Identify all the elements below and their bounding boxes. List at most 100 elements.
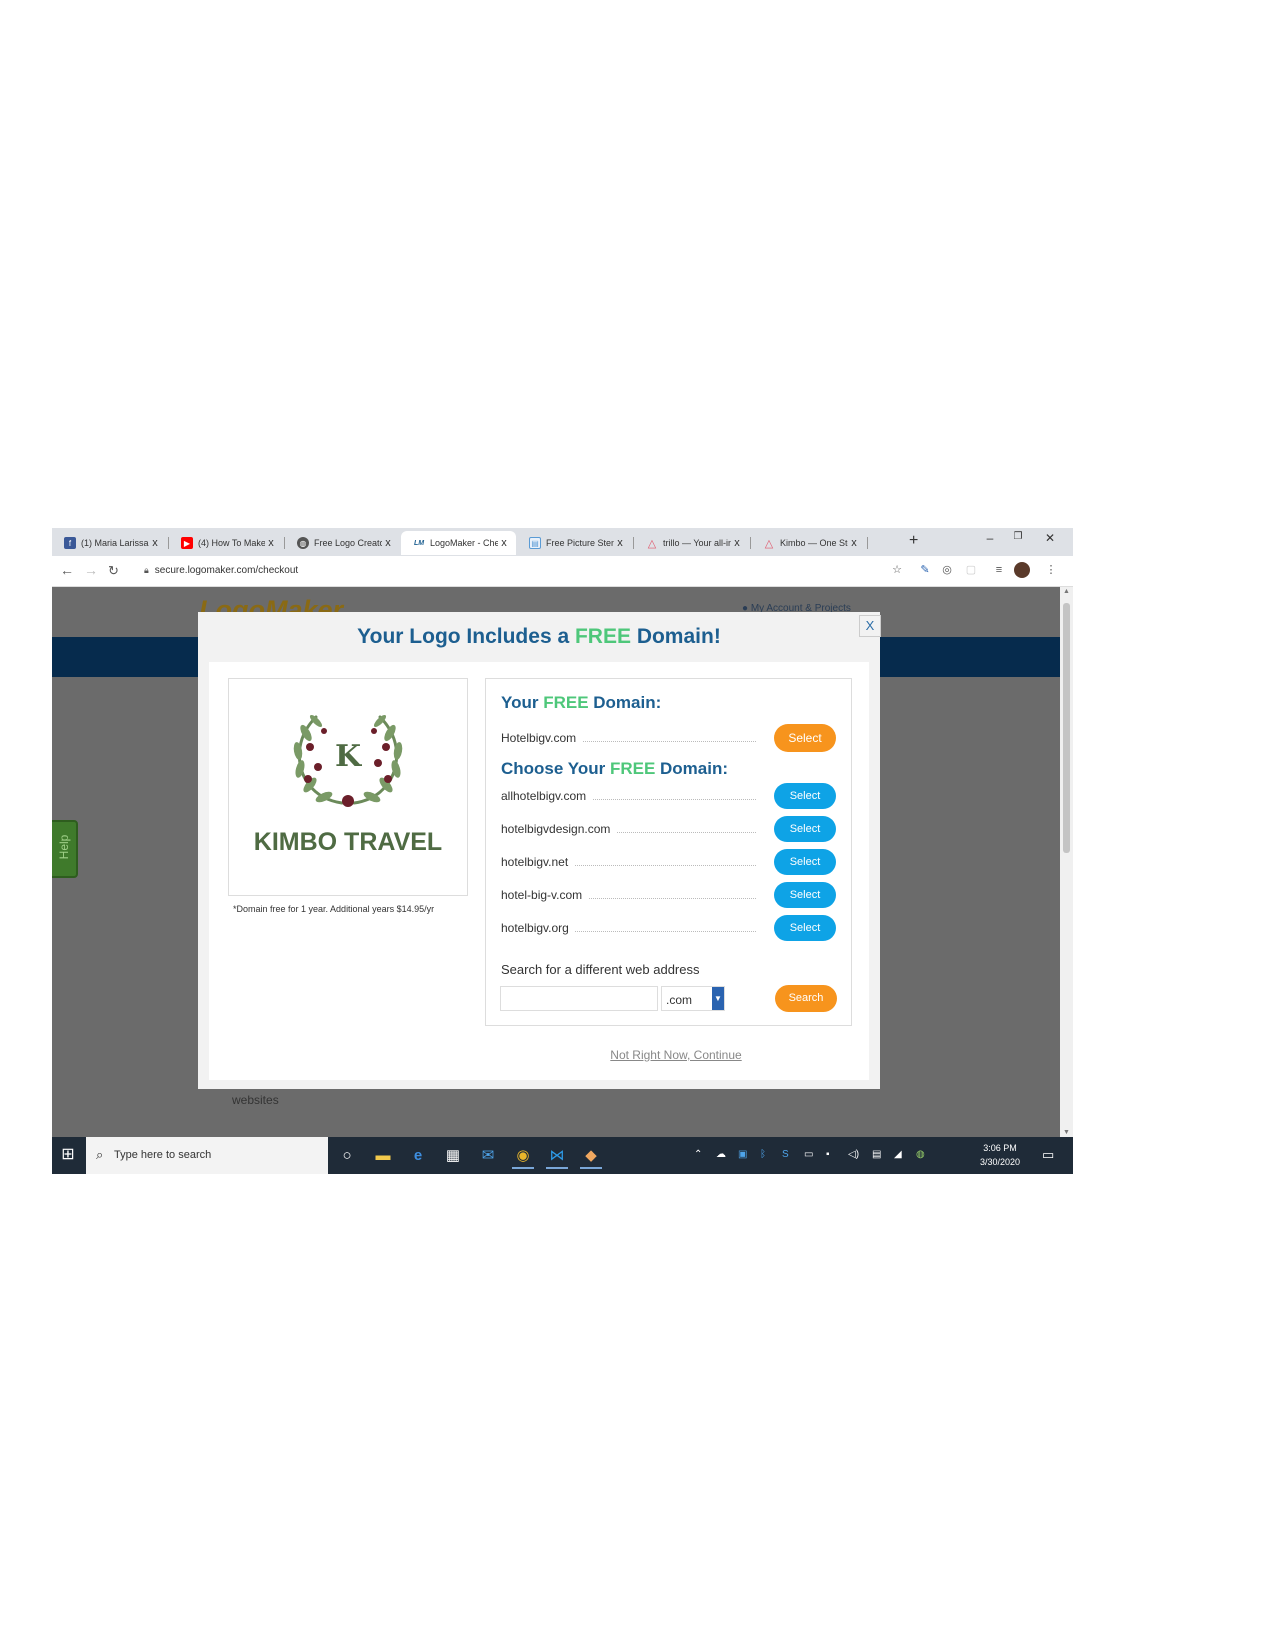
tab-title: Kimbo — One Sto [780,538,848,548]
git-icon[interactable]: ◆ [580,1145,602,1169]
choose-domain-heading: Choose Your FREE Domain: [501,759,729,778]
select-button[interactable]: Select [774,849,836,875]
tab-kimbo[interactable]: △ Kimbo — One Sto x [751,531,866,555]
tab-title: (4) How To Make A [198,538,265,548]
file-explorer-icon[interactable]: ▬ [372,1145,394,1167]
document-icon: ▤ [529,537,541,549]
window-close-icon[interactable]: ✕ [1040,531,1060,545]
search-label: Search for a different web address [501,962,700,977]
scroll-down-icon[interactable]: ▼ [1063,1129,1070,1136]
domain-name: Hotelbigv.com [501,731,583,745]
continue-link[interactable]: Not Right Now, Continue [209,1048,1060,1062]
tray-chevron-up-icon[interactable]: ⌃ [694,1149,702,1160]
minimize-icon[interactable]: – [980,531,1000,545]
volume-icon[interactable]: ◁) [848,1149,859,1160]
domain-name: allhotelbigv.com [501,789,593,803]
modal-body: K KIMBO TRAVEL *Domain free for 1 year. … [209,662,869,1080]
lock-icon: 🔒︎ [144,565,149,575]
help-tab[interactable]: Help [52,820,78,878]
close-icon[interactable]: x [848,537,860,549]
domain-row: allhotelbigv.com Select [501,782,836,810]
tab-title: LogoMaker - Chec [430,538,498,548]
extension-pen-icon[interactable]: ✎ [918,563,932,577]
tab-title: trillo — Your all-in [663,538,731,548]
logo-letter: K [334,739,362,774]
close-icon[interactable]: x [382,537,394,549]
extension-circle-icon[interactable]: ◎ [940,563,954,577]
logomaker-icon: LM [413,539,425,547]
tab-youtube[interactable]: ▶ (4) How To Make A x [169,531,283,555]
select-button[interactable]: Select [774,915,836,941]
battery-icon[interactable]: ▭ [804,1149,813,1160]
search-button[interactable]: Search [775,985,837,1012]
mail-icon[interactable]: ✉ [477,1145,499,1167]
logo-preview: K KIMBO TRAVEL [228,678,468,896]
close-icon[interactable]: x [498,537,510,549]
select-button[interactable]: Select [774,816,836,842]
domain-search-input[interactable] [500,986,658,1011]
close-icon[interactable]: x [614,537,626,549]
scroll-up-icon[interactable]: ▲ [1063,588,1070,595]
close-icon[interactable]: x [149,537,161,549]
cortana-icon[interactable]: ○ [336,1145,358,1167]
globe-icon: ◍ [297,537,309,549]
close-icon[interactable]: x [265,537,277,549]
scrollbar-thumb[interactable] [1063,603,1070,853]
tld-value: .com [666,993,693,1007]
tray-app-icon[interactable]: ▣ [738,1149,747,1160]
chrome-icon[interactable]: ◉ [512,1145,534,1169]
triangle-icon: △ [764,537,774,550]
bluetooth-icon[interactable]: ᛒ [760,1149,766,1160]
taskbar-search[interactable]: ⌕ Type here to search [86,1137,328,1174]
youtube-icon: ▶ [181,537,193,549]
taskbar-clock[interactable]: 3:06 PM 3/30/2020 [980,1141,1020,1169]
triangle-icon: △ [647,537,657,550]
tab-logomaker-checkout[interactable]: LM LogoMaker - Chec x [401,531,516,555]
modal-close-button[interactable]: X [859,615,881,637]
skype-icon[interactable]: S [782,1149,789,1160]
vscode-icon[interactable]: ⋈ [546,1145,568,1169]
date-text: 3/30/2020 [980,1157,1021,1167]
domain-note: *Domain free for 1 year. Additional year… [233,904,435,914]
domain-name: hotelbigv.net [501,855,575,869]
extension-square-icon[interactable]: ▢ [964,563,978,577]
bookmark-star-icon[interactable]: ☆ [890,563,904,577]
select-button[interactable]: Select [774,882,836,908]
windows-start-icon[interactable]: ⊞ [58,1145,78,1165]
time-text: 3:06 PM [983,1143,1017,1153]
notification-icon[interactable]: ▭ [1042,1147,1054,1163]
url-field[interactable]: 🔒︎ secure.logomaker.com/checkout [144,565,298,576]
edge-icon[interactable]: e [407,1145,429,1167]
chevron-down-icon: ▼ [712,987,724,1010]
tray-document-icon[interactable]: ▤ [872,1149,881,1160]
forward-arrow-icon[interactable]: → [84,562,98,578]
domain-row: hotelbigvdesign.com Select [501,815,836,843]
store-icon[interactable]: ▦ [442,1145,464,1167]
page-content: LogoMaker ● My Account & Projects websit… [52,587,1060,1137]
reload-icon[interactable]: ↻ [108,563,119,579]
back-arrow-icon[interactable]: ← [60,562,74,578]
tab-title: Free Logo Creator [314,538,382,548]
cloud-icon[interactable]: ☁ [716,1149,726,1160]
free-domain-modal: Your Logo Includes a FREE Domain! X K KI… [198,612,881,1089]
select-button[interactable]: Select [774,783,836,809]
tab-title: Free Picture Stenc [546,538,614,548]
tab-free-picture-stencil[interactable]: ▤ Free Picture Stenc x [517,531,632,555]
tab-trillo[interactable]: △ trillo — Your all-in x [634,531,749,555]
wifi-icon[interactable]: ◢ [894,1149,902,1160]
tab-free-logo-creator[interactable]: ◍ Free Logo Creator x [285,531,400,555]
domain-name: hotelbigvdesign.com [501,822,617,836]
tab-strip: f (1) Maria Larissa N x ▶ (4) How To Mak… [52,528,1073,556]
tab-facebook[interactable]: f (1) Maria Larissa N x [52,531,167,555]
profile-avatar[interactable] [1014,562,1030,578]
page-scrollbar[interactable]: ▲ ▼ [1060,587,1073,1137]
tray-green-icon[interactable]: ◍ [916,1149,925,1160]
media-playlist-icon[interactable]: ≡ [992,563,1006,577]
restore-icon[interactable]: ❐ [1008,531,1028,542]
new-tab-plus-icon[interactable]: + [909,532,918,550]
close-icon[interactable]: x [731,537,743,549]
select-button[interactable]: Select [774,724,836,752]
tld-select[interactable]: .com ▼ [661,986,725,1011]
kebab-menu-icon[interactable]: ⋮ [1044,563,1058,577]
tray-box-icon[interactable]: ▪ [826,1149,830,1160]
